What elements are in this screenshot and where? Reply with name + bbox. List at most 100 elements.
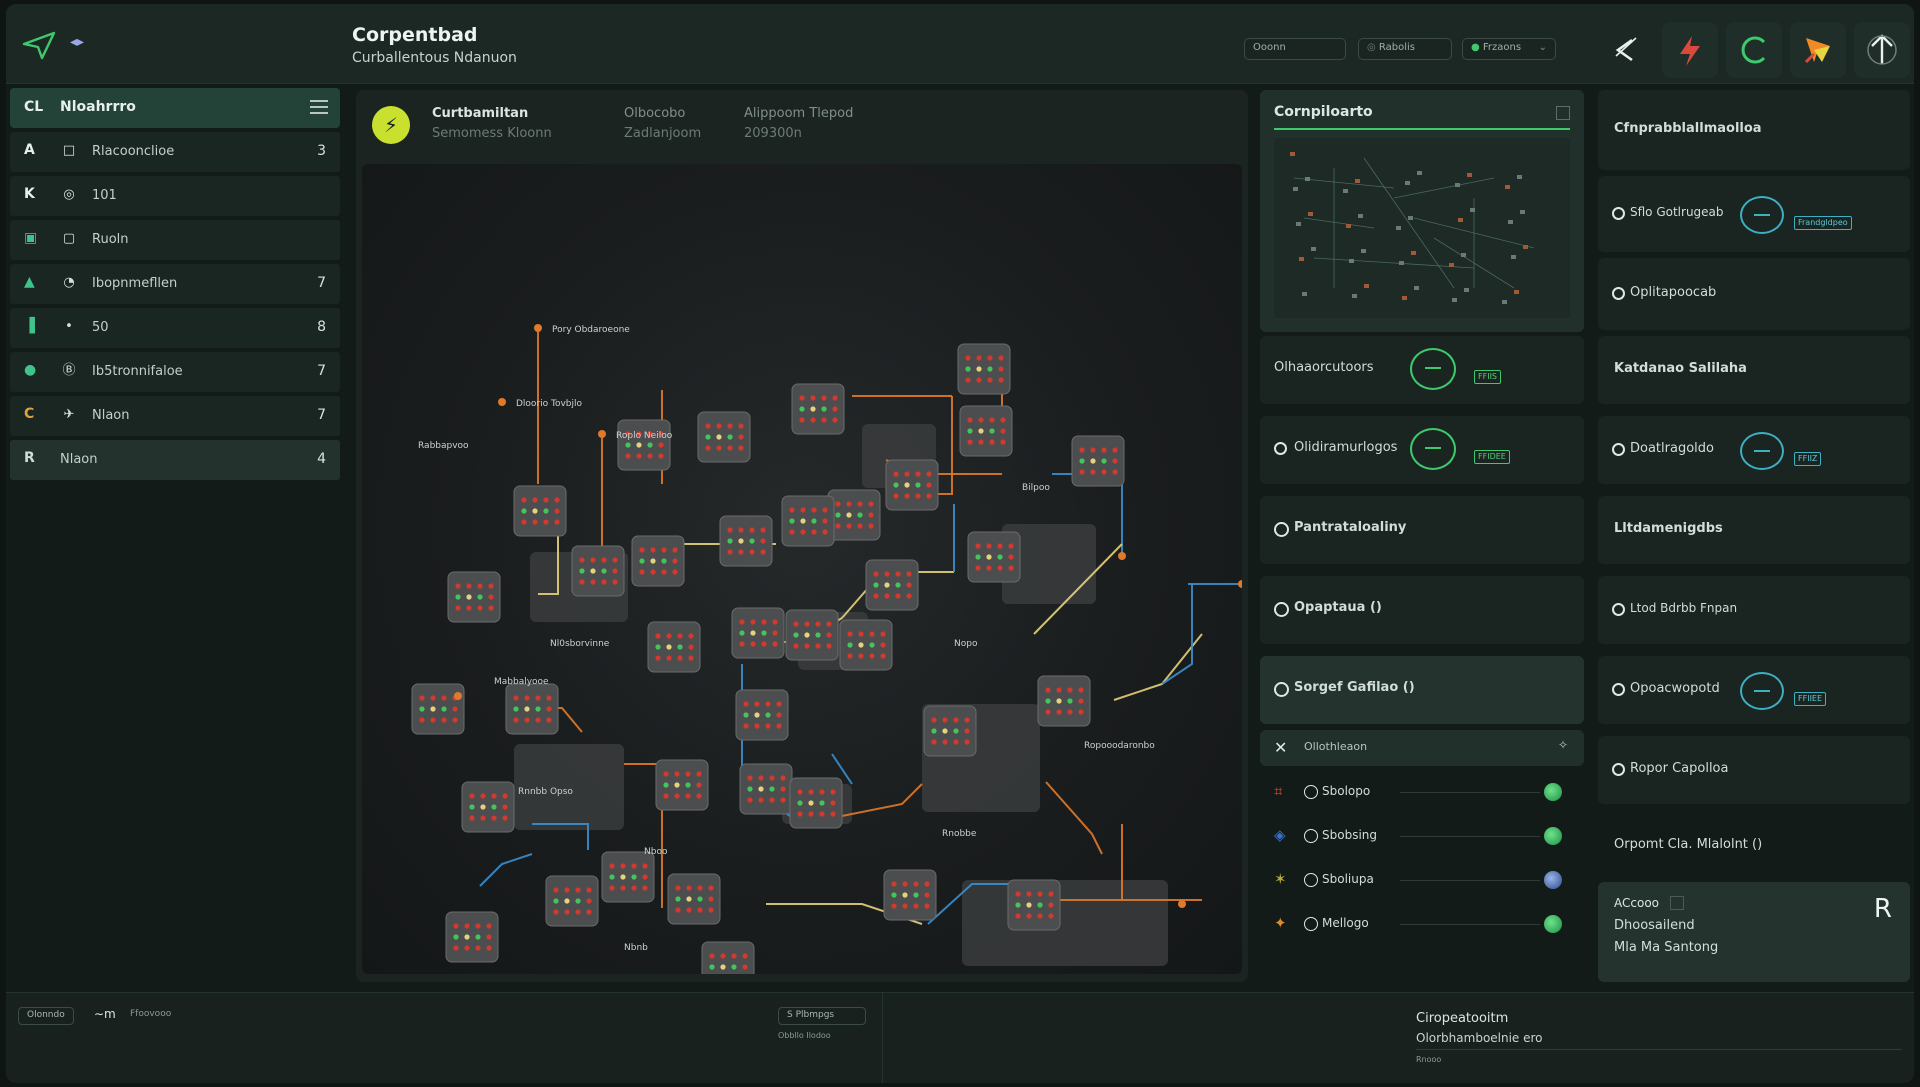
radio-icon[interactable]	[1274, 522, 1289, 537]
radio-icon[interactable]	[1274, 442, 1287, 455]
list-item[interactable]: ✶ Sboliupa	[1260, 860, 1584, 900]
node-port	[997, 554, 1003, 560]
slider-track[interactable]	[1400, 924, 1540, 925]
graph-label: Mabbalyooe	[494, 677, 549, 687]
setting-row-1[interactable]: Olhaaorcutoors FFIIS	[1260, 336, 1584, 404]
refresh-button[interactable]	[1726, 22, 1782, 78]
sidebar-item-4[interactable]: ▲ ◔ Ibopnmefllen 7	[10, 264, 340, 304]
graph-label: Nboo	[644, 847, 668, 857]
radio-icon[interactable]	[1612, 683, 1625, 696]
expand-icon[interactable]	[1556, 106, 1570, 120]
access-card[interactable]: ACcooo Dhoosailend Mla Ma Santong R	[1598, 882, 1910, 982]
hamburger-menu-icon[interactable]	[310, 100, 328, 114]
header-input-3[interactable]: ● Frzaons ⌄	[1462, 38, 1556, 60]
setting-row-4[interactable]: Opaptaua ()	[1260, 576, 1584, 644]
node-port	[738, 445, 744, 451]
radio-icon[interactable]	[1304, 785, 1318, 799]
radio-icon[interactable]	[1304, 873, 1318, 887]
node-port	[832, 417, 838, 423]
setting-row-2[interactable]: Olidiramurlogos FFIDEE	[1260, 416, 1584, 484]
node-port	[793, 632, 799, 638]
list-item[interactable]: ◈ Sbobsing	[1260, 816, 1584, 856]
sidebar-item-1[interactable]: A □ Rlacoonclioe 3	[10, 132, 340, 172]
radio-icon[interactable]	[1274, 682, 1289, 697]
minimap[interactable]	[1274, 138, 1570, 318]
toggle-knob[interactable]	[1544, 783, 1562, 801]
list-item[interactable]: ✦ Mellogo	[1260, 904, 1584, 944]
right-row-9[interactable]: Ropor Capolloa	[1598, 736, 1910, 804]
footer-tag-2[interactable]: S Plbmpgs	[778, 1007, 866, 1025]
upload-button[interactable]	[1854, 22, 1910, 78]
node-port	[847, 642, 853, 648]
back-button[interactable]	[1598, 22, 1654, 78]
sidebar-item-5[interactable]: ▐ • 50 8	[10, 308, 340, 348]
header-input-1[interactable]: Ooonn	[1244, 38, 1346, 60]
right-row-3[interactable]: Oplitapoocab	[1598, 258, 1910, 330]
sidebar-item-3[interactable]: ▣ ▢ Ruoln	[10, 220, 340, 260]
sidebar-item-8[interactable]: R Nlaon 4	[10, 440, 340, 480]
minimap-node	[1508, 220, 1513, 224]
minimap-node	[1505, 185, 1510, 189]
compilations-title: Cornpiloarto	[1274, 104, 1373, 120]
setting-row-5[interactable]: Sorgef Gafilao ()	[1260, 656, 1584, 724]
header-input-2[interactable]: ◎ Rabolis	[1358, 38, 1452, 60]
sidebar-item-badge-icon: C	[24, 406, 35, 422]
node-port	[976, 377, 982, 383]
pin-icon[interactable]: ✧	[1558, 738, 1568, 752]
right-row-5[interactable]: Doatlragoldo FFIIZ	[1598, 416, 1910, 484]
radio-icon[interactable]	[1612, 287, 1625, 300]
node-port	[869, 631, 875, 637]
node-port	[997, 543, 1003, 549]
node-port	[727, 549, 733, 555]
node-port	[688, 633, 694, 639]
launch-button[interactable]	[1790, 22, 1846, 78]
toggle-knob[interactable]	[1544, 827, 1562, 845]
node-port	[1067, 709, 1073, 715]
slider-track[interactable]	[1400, 880, 1540, 881]
right-row-1[interactable]: Cfnprabblallmaolloa	[1598, 90, 1910, 170]
setting-row-label: Olhaaorcutoors	[1274, 360, 1374, 375]
node-port	[821, 395, 827, 401]
minimap-node	[1417, 171, 1422, 175]
setting-row-3[interactable]: Pantrataloaliny	[1260, 496, 1584, 564]
lightning-icon	[1680, 36, 1700, 66]
list-header[interactable]: ✕ Ollothleaon ✧	[1260, 730, 1584, 766]
close-x-icon[interactable]: ✕	[1274, 738, 1287, 757]
radio-icon[interactable]	[1612, 603, 1625, 616]
right-row-7[interactable]: Ltod Bdrbb Fnpan	[1598, 576, 1910, 644]
sidebar-item-2[interactable]: K ◎ 101	[10, 176, 340, 216]
node-port	[586, 887, 592, 893]
radio-icon[interactable]	[1612, 207, 1625, 220]
node-port	[677, 633, 683, 639]
sidebar-header: CL Nloahrrro	[10, 88, 340, 128]
slider-track[interactable]	[1400, 792, 1540, 793]
right-row-10[interactable]: Orpomt Cla. Mlalolnt ()	[1598, 816, 1910, 876]
graph-edge	[479, 853, 533, 887]
node-port	[873, 593, 879, 599]
sidebar-item-6[interactable]: ● Ⓑ Ib5tronnifaloe 7	[10, 352, 340, 392]
radio-icon[interactable]	[1304, 917, 1318, 931]
node-graph[interactable]: Pory Obdaroeone Dloorio Tovbjlo Roplo Neil…	[362, 164, 1242, 974]
node-graph-canvas[interactable]: Pory Obdaroeone Dloorio Tovbjlo Roplo Neil…	[362, 164, 1242, 974]
footer-tag-1[interactable]: Olonndo	[18, 1007, 74, 1025]
toggle-knob[interactable]	[1544, 871, 1562, 889]
minimap-node	[1458, 218, 1463, 222]
slider-track[interactable]	[1400, 836, 1540, 837]
radio-icon[interactable]	[1612, 443, 1625, 456]
node-port	[989, 417, 995, 423]
radio-icon[interactable]	[1304, 829, 1318, 843]
radio-icon[interactable]	[1274, 602, 1289, 617]
right-row-4[interactable]: Katdanao Salilaha	[1598, 336, 1910, 404]
access-line-1: Dhoosailend	[1614, 918, 1695, 933]
alert-button[interactable]	[1662, 22, 1718, 78]
sidebar-item-7[interactable]: C ✈ Nlaon 7	[10, 396, 340, 436]
minimap-node	[1358, 214, 1363, 218]
right-row-6[interactable]: Lltdamenigdbs	[1598, 496, 1910, 564]
right-row-2[interactable]: Sflo Gotlrugeab Frandgldpeo	[1598, 176, 1910, 252]
paper-plane-icon[interactable]	[22, 30, 56, 60]
radio-icon[interactable]	[1612, 763, 1625, 776]
toggle-knob[interactable]	[1544, 915, 1562, 933]
list-item[interactable]: ⌗ Sbolopo	[1260, 772, 1584, 812]
right-row-8[interactable]: Opoacwopotd FFIIEE	[1598, 656, 1910, 724]
right-row-label: Opoacwopotd	[1630, 681, 1720, 696]
